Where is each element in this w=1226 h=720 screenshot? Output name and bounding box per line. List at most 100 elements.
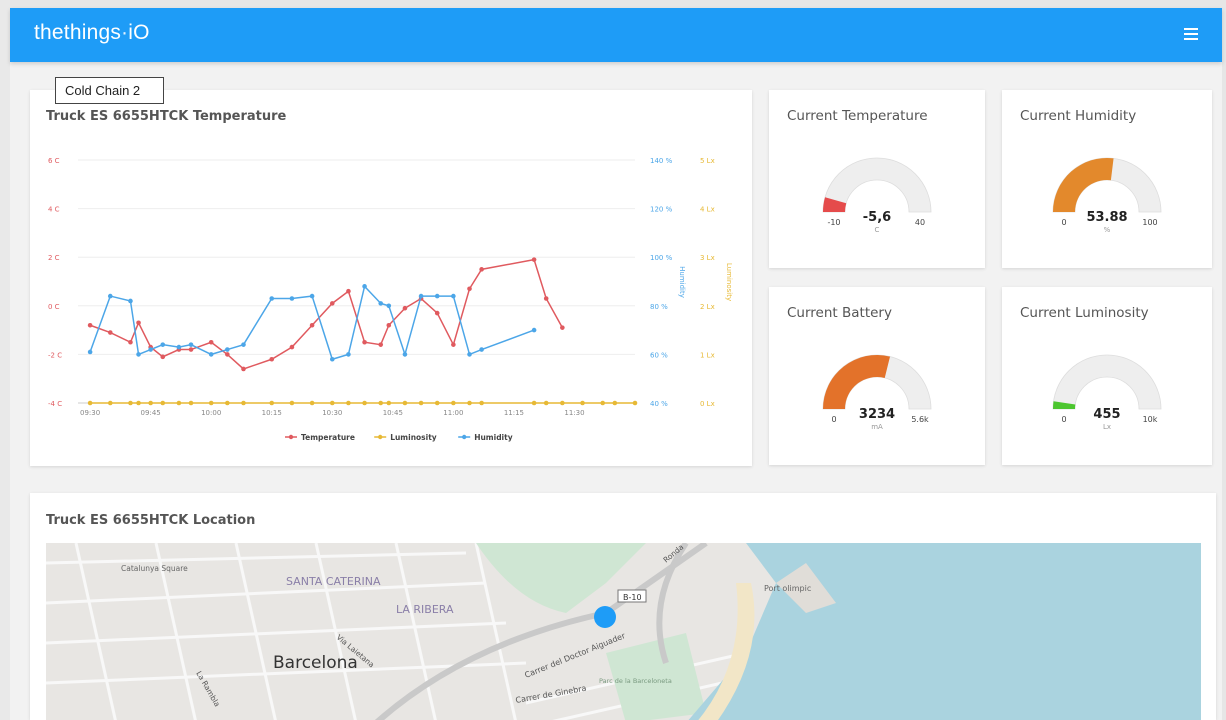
gauge-chart: 455Lx 0 10k: [1052, 354, 1162, 431]
gauge-min: -10: [827, 218, 840, 227]
y-axis-tick-humidity: 60 %: [650, 351, 668, 359]
data-point-temperature: [128, 339, 133, 345]
logo-suffix: iO: [128, 21, 150, 44]
legend-label: Luminosity: [390, 433, 437, 442]
data-point-luminosity: [632, 400, 638, 406]
data-point-luminosity: [289, 400, 295, 406]
y-axis-tick-humidity: 40 %: [650, 400, 668, 408]
x-axis-tick: 10:00: [201, 409, 221, 417]
data-point-luminosity: [362, 400, 367, 406]
data-point-luminosity: [329, 400, 335, 406]
data-point-luminosity: [560, 400, 565, 406]
data-point-temperature: [386, 322, 392, 328]
gauge-value: 3234: [859, 407, 895, 422]
data-point-humidity: [451, 293, 456, 299]
gauge-value: 53.88: [1086, 210, 1127, 225]
data-point-humidity: [188, 342, 194, 347]
data-point-temperature: [451, 342, 456, 347]
y-axis-tick-left: 0 C: [48, 303, 60, 311]
data-point-humidity: [378, 301, 384, 306]
map-label-district: SANTA CATERINA: [286, 575, 381, 588]
x-axis-tick: 10:45: [383, 409, 403, 417]
gauge-unit: Lx: [1103, 423, 1111, 431]
y-axis-tick-left: 6 C: [48, 157, 60, 165]
legend-swatch-dot: [288, 434, 294, 440]
data-point-luminosity: [176, 400, 182, 406]
map-label-square: Catalunya Square: [121, 564, 188, 573]
data-point-luminosity: [580, 400, 585, 406]
data-point-temperature: [87, 322, 93, 328]
gauge-unit: C: [875, 226, 880, 234]
data-point-humidity: [362, 284, 367, 289]
data-point-luminosity: [136, 400, 141, 406]
gauge-max: 40: [915, 218, 925, 227]
gauge-max: 10k: [1143, 415, 1158, 424]
legend-swatch-dot: [378, 434, 383, 440]
data-point-luminosity: [434, 400, 440, 406]
y-axis-tick-humidity: 80 %: [650, 303, 668, 311]
dashboard-name-tooltip: Cold Chain 2: [55, 77, 164, 104]
map-canvas[interactable]: Barcelona SANTA CATERINA LA RIBERA Catal…: [46, 543, 1201, 720]
data-point-luminosity: [107, 400, 113, 406]
gauge-fill: [823, 355, 891, 409]
y-axis-label-humidity: Humidity: [678, 266, 686, 298]
data-point-temperature: [378, 342, 384, 347]
window-frame-top: [0, 0, 1226, 8]
gauge-fill: [1053, 158, 1114, 212]
data-point-humidity: [434, 293, 440, 299]
data-point-humidity: [531, 327, 537, 333]
y-axis-tick-humidity: 120 %: [650, 206, 673, 214]
data-point-humidity: [160, 342, 166, 347]
x-axis-tick: 11:00: [443, 409, 463, 417]
data-point-humidity: [329, 356, 335, 362]
current-luminosity-card: Current Luminosity 455 Lx 0 10k: [1002, 287, 1212, 465]
y-axis-tick-luminosity: 3 Lx: [700, 254, 715, 262]
data-point-luminosity: [188, 400, 194, 406]
data-point-luminosity: [269, 400, 275, 406]
data-point-luminosity: [531, 400, 537, 406]
truck-location-marker[interactable]: [594, 606, 616, 628]
y-axis-tick-left: -2 C: [48, 351, 62, 359]
data-point-humidity: [418, 293, 424, 299]
gauge-value: -5,6: [863, 210, 891, 225]
brand-logo[interactable]: thethings·iO: [34, 21, 150, 45]
map-card-title: Truck ES 6655HTCK Location: [46, 513, 256, 528]
data-point-humidity: [289, 296, 295, 301]
data-point-luminosity: [418, 400, 424, 406]
y-axis-tick-humidity: 140 %: [650, 157, 673, 165]
gauge-chart: -5,6C -10 40: [822, 157, 932, 234]
line-chart[interactable]: -4 C -2 C 0 C 2 C 4 C 6 C 40 % 60 % 80 % 100 % 120…: [30, 90, 752, 466]
location-map[interactable]: Barcelona SANTA CATERINA LA RIBERA Catal…: [46, 543, 1201, 720]
map-label-port: Port olimpic: [764, 584, 811, 593]
data-point-temperature: [269, 356, 275, 362]
gauge-chart: 53.88% 0 100: [1052, 157, 1162, 234]
top-navigation-bar: thethings·iO: [10, 8, 1222, 62]
data-point-humidity: [148, 347, 153, 352]
y-axis-tick-left: 4 C: [48, 206, 60, 214]
legend-swatch-dot: [462, 434, 467, 440]
data-point-temperature: [309, 322, 315, 328]
gauge-chart: 3234mA 0 5.6k: [822, 354, 932, 431]
data-point-humidity: [208, 352, 214, 357]
y-axis-tick-luminosity: 4 Lx: [700, 206, 715, 214]
data-point-temperature: [160, 354, 166, 360]
data-point-temperature: [329, 301, 335, 306]
window-frame-left: [0, 0, 10, 720]
gauge-min: 0: [1061, 415, 1066, 424]
data-point-humidity: [128, 298, 133, 304]
y-axis-tick-left: 2 C: [48, 254, 60, 262]
data-point-temperature: [543, 296, 549, 301]
data-point-temperature: [346, 288, 351, 294]
data-point-luminosity: [225, 400, 230, 406]
x-axis-tick: 10:30: [322, 409, 342, 417]
hamburger-menu-icon[interactable]: [1184, 28, 1198, 40]
temperature-chart-card: Truck ES 6655HTCK Temperature -4 C -2 C0 …: [30, 90, 752, 466]
data-point-humidity: [467, 352, 472, 357]
y-axis-tick-luminosity: 2 Lx: [700, 303, 715, 311]
map-label-district: LA RIBERA: [396, 603, 454, 616]
logo-text: thethings: [34, 21, 122, 44]
data-point-luminosity: [479, 400, 484, 406]
map-label-city: Barcelona: [273, 653, 358, 673]
data-point-humidity: [346, 352, 351, 357]
gauge-value: 455: [1093, 407, 1120, 422]
